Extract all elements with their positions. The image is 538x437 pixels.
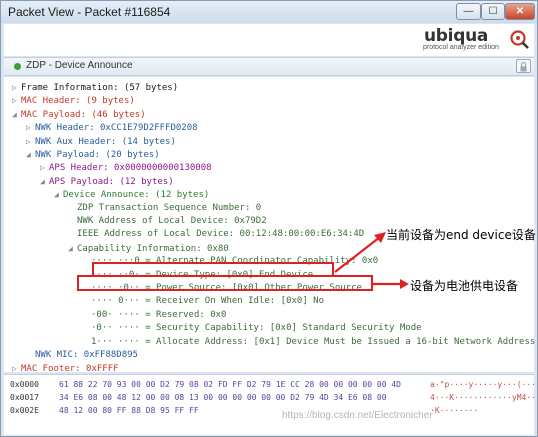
collapse-arrow-icon[interactable]: ◢: [54, 188, 63, 201]
tree-row-label: APS Header: 0x0000000000130008: [49, 163, 212, 174]
expand-arrow-icon[interactable]: ▷: [12, 94, 21, 107]
tree-row-label: NWK MIC: 0xFF88D895: [35, 350, 138, 360]
tree-row-label: ZDP Transaction Sequence Number: 0: [77, 202, 262, 213]
lock-icon[interactable]: [516, 59, 531, 73]
tree-row[interactable]: ◢ Capability Information: 0x80: [68, 242, 229, 255]
breadcrumb: ZDP - Device Announce: [4, 57, 534, 76]
annotation-power-source: 设备为电池供电设备: [410, 279, 519, 293]
expand-arrow-icon[interactable]: ▷: [26, 121, 35, 134]
tree-row-label: Capability Information: 0x80: [77, 243, 229, 254]
tree-row[interactable]: ▷ MAC Header: (9 bytes): [12, 94, 135, 107]
tree-row[interactable]: ◢ APS Payload: (12 bytes): [40, 175, 174, 188]
minimize-button[interactable]: —: [456, 3, 481, 20]
window-title: Packet View - Packet #116854: [8, 5, 171, 19]
tree-row[interactable]: ·00· ···· = Reserved: 0x0: [82, 309, 226, 322]
hex-offset: 0x002E: [10, 406, 39, 415]
arrow-to-device-type: [334, 232, 386, 273]
maximize-button[interactable]: ☐: [481, 3, 505, 20]
tree-row[interactable]: ZDP Transaction Sequence Number: 0: [68, 202, 261, 215]
tree-row-label: Device Announce: (12 bytes): [63, 190, 210, 201]
tree-row[interactable]: NWK MIC: 0xFF88D895: [26, 349, 138, 362]
tree-row[interactable]: ···· 0··· = Receiver On When Idle: [0x0]…: [82, 295, 324, 308]
tree-row-label: IEEE Address of Local Device: 00:12:48:0…: [77, 229, 365, 240]
tree-row-label: Frame Information: (57 bytes): [21, 83, 179, 93]
packet-tree[interactable]: ▷ Frame Information: (57 bytes) ▷ MAC Heade…: [4, 77, 535, 375]
highlight-power-source: [77, 275, 373, 291]
packet-view-window: Packet View - Packet #116854 — ☐ ✕ ubiqu…: [0, 0, 538, 437]
tree-row-label: ···· 0··· = Receiver On When Idle: [0x0]…: [91, 296, 324, 307]
hex-bytes[interactable]: 34 E6 08 00 48 12 00 00 08 13 00 00 00 0…: [59, 392, 387, 404]
tree-row-label: MAC Footer: 0xFFFF: [21, 364, 119, 375]
logo-text: ubiqua: [424, 26, 489, 46]
tree-row[interactable]: ◢ NWK Payload: (20 bytes): [26, 148, 160, 161]
tree-row-label: APS Payload: (12 bytes): [49, 176, 174, 187]
expand-arrow-icon[interactable]: ▷: [26, 135, 35, 148]
status-dot-icon: [14, 63, 21, 70]
tree-row[interactable]: ◢ Device Announce: (12 bytes): [54, 188, 209, 201]
collapse-arrow-icon[interactable]: ◢: [12, 108, 21, 121]
annotation-device-type: 当前设备为end device设备: [386, 228, 536, 242]
tree-row[interactable]: NWK Address of Local Device: 0x79D2: [68, 215, 267, 228]
title-bar[interactable]: Packet View - Packet #116854 — ☐ ✕: [1, 1, 537, 23]
expand-arrow-icon[interactable]: ▷: [12, 81, 21, 94]
tree-row-label: NWK Payload: (20 bytes): [35, 150, 160, 160]
hex-ascii[interactable]: a·"p····y·····y···(····M: [430, 379, 538, 391]
hex-offset: 0x0000: [10, 380, 39, 389]
tree-row[interactable]: ◢ MAC Payload: (46 bytes): [12, 108, 146, 121]
tree-row[interactable]: ▷ Frame Information: (57 bytes): [12, 81, 178, 94]
hex-offset: 0x0017: [10, 393, 39, 402]
tree-row[interactable]: ▷ APS Header: 0x0000000000130008: [40, 161, 212, 174]
tree-row-label: MAC Payload: (46 bytes): [21, 109, 146, 120]
app-header: ubiqua protocol analyzer edition: [4, 24, 534, 56]
tree-row[interactable]: ▷ NWK Header: 0xCC1E79D2FFFD0208: [26, 121, 198, 134]
hex-ascii[interactable]: 4···K············yM4···: [430, 392, 538, 404]
watermark: https://blog.csdn.net/Electronicher: [282, 410, 433, 421]
tree-row[interactable]: ·0·· ···· = Security Capability: [0x0] S…: [82, 322, 422, 335]
hex-ascii[interactable]: ·K········: [430, 405, 478, 417]
tree-row-label: ·00· ···· = Reserved: 0x0: [91, 309, 227, 320]
hex-bytes[interactable]: 61 88 22 70 93 00 00 D2 79 08 02 FD FF D…: [59, 379, 401, 391]
close-button[interactable]: ✕: [505, 3, 535, 20]
collapse-arrow-icon[interactable]: ◢: [26, 148, 35, 161]
tree-row[interactable]: IEEE Address of Local Device: 00:12:48:0…: [68, 228, 364, 241]
tree-row-label: 1··· ···· = Allocate Address: [0x1] Devi…: [91, 336, 536, 347]
expand-arrow-icon[interactable]: ▷: [40, 161, 49, 174]
hex-bytes[interactable]: 48 12 00 80 FF 88 D8 95 FF FF: [59, 405, 199, 417]
hex-pane[interactable]: 0x0000 61 88 22 70 93 00 00 D2 79 08 02 F…: [4, 374, 538, 435]
magnifier-radar-icon: [510, 30, 529, 49]
arrow-to-power-source: [373, 279, 409, 289]
tree-row-label: MAC Header: (9 bytes): [21, 96, 135, 107]
tree-row[interactable]: 1··· ···· = Allocate Address: [0x1] Devi…: [82, 336, 535, 349]
collapse-arrow-icon[interactable]: ◢: [68, 242, 77, 255]
tree-row[interactable]: ▷ NWK Aux Header: (14 bytes): [26, 135, 176, 148]
tree-row-label: ·0·· ···· = Security Capability: [0x0] S…: [91, 323, 422, 334]
breadcrumb-label: ZDP - Device Announce: [26, 60, 133, 71]
logo-subtitle: protocol analyzer edition: [423, 44, 499, 51]
tree-row-label: NWK Header: 0xCC1E79D2FFFD0208: [35, 123, 198, 134]
tree-row-label: NWK Address of Local Device: 0x79D2: [77, 216, 267, 226]
collapse-arrow-icon[interactable]: ◢: [40, 175, 49, 188]
tree-row-label: NWK Aux Header: (14 bytes): [35, 136, 176, 147]
